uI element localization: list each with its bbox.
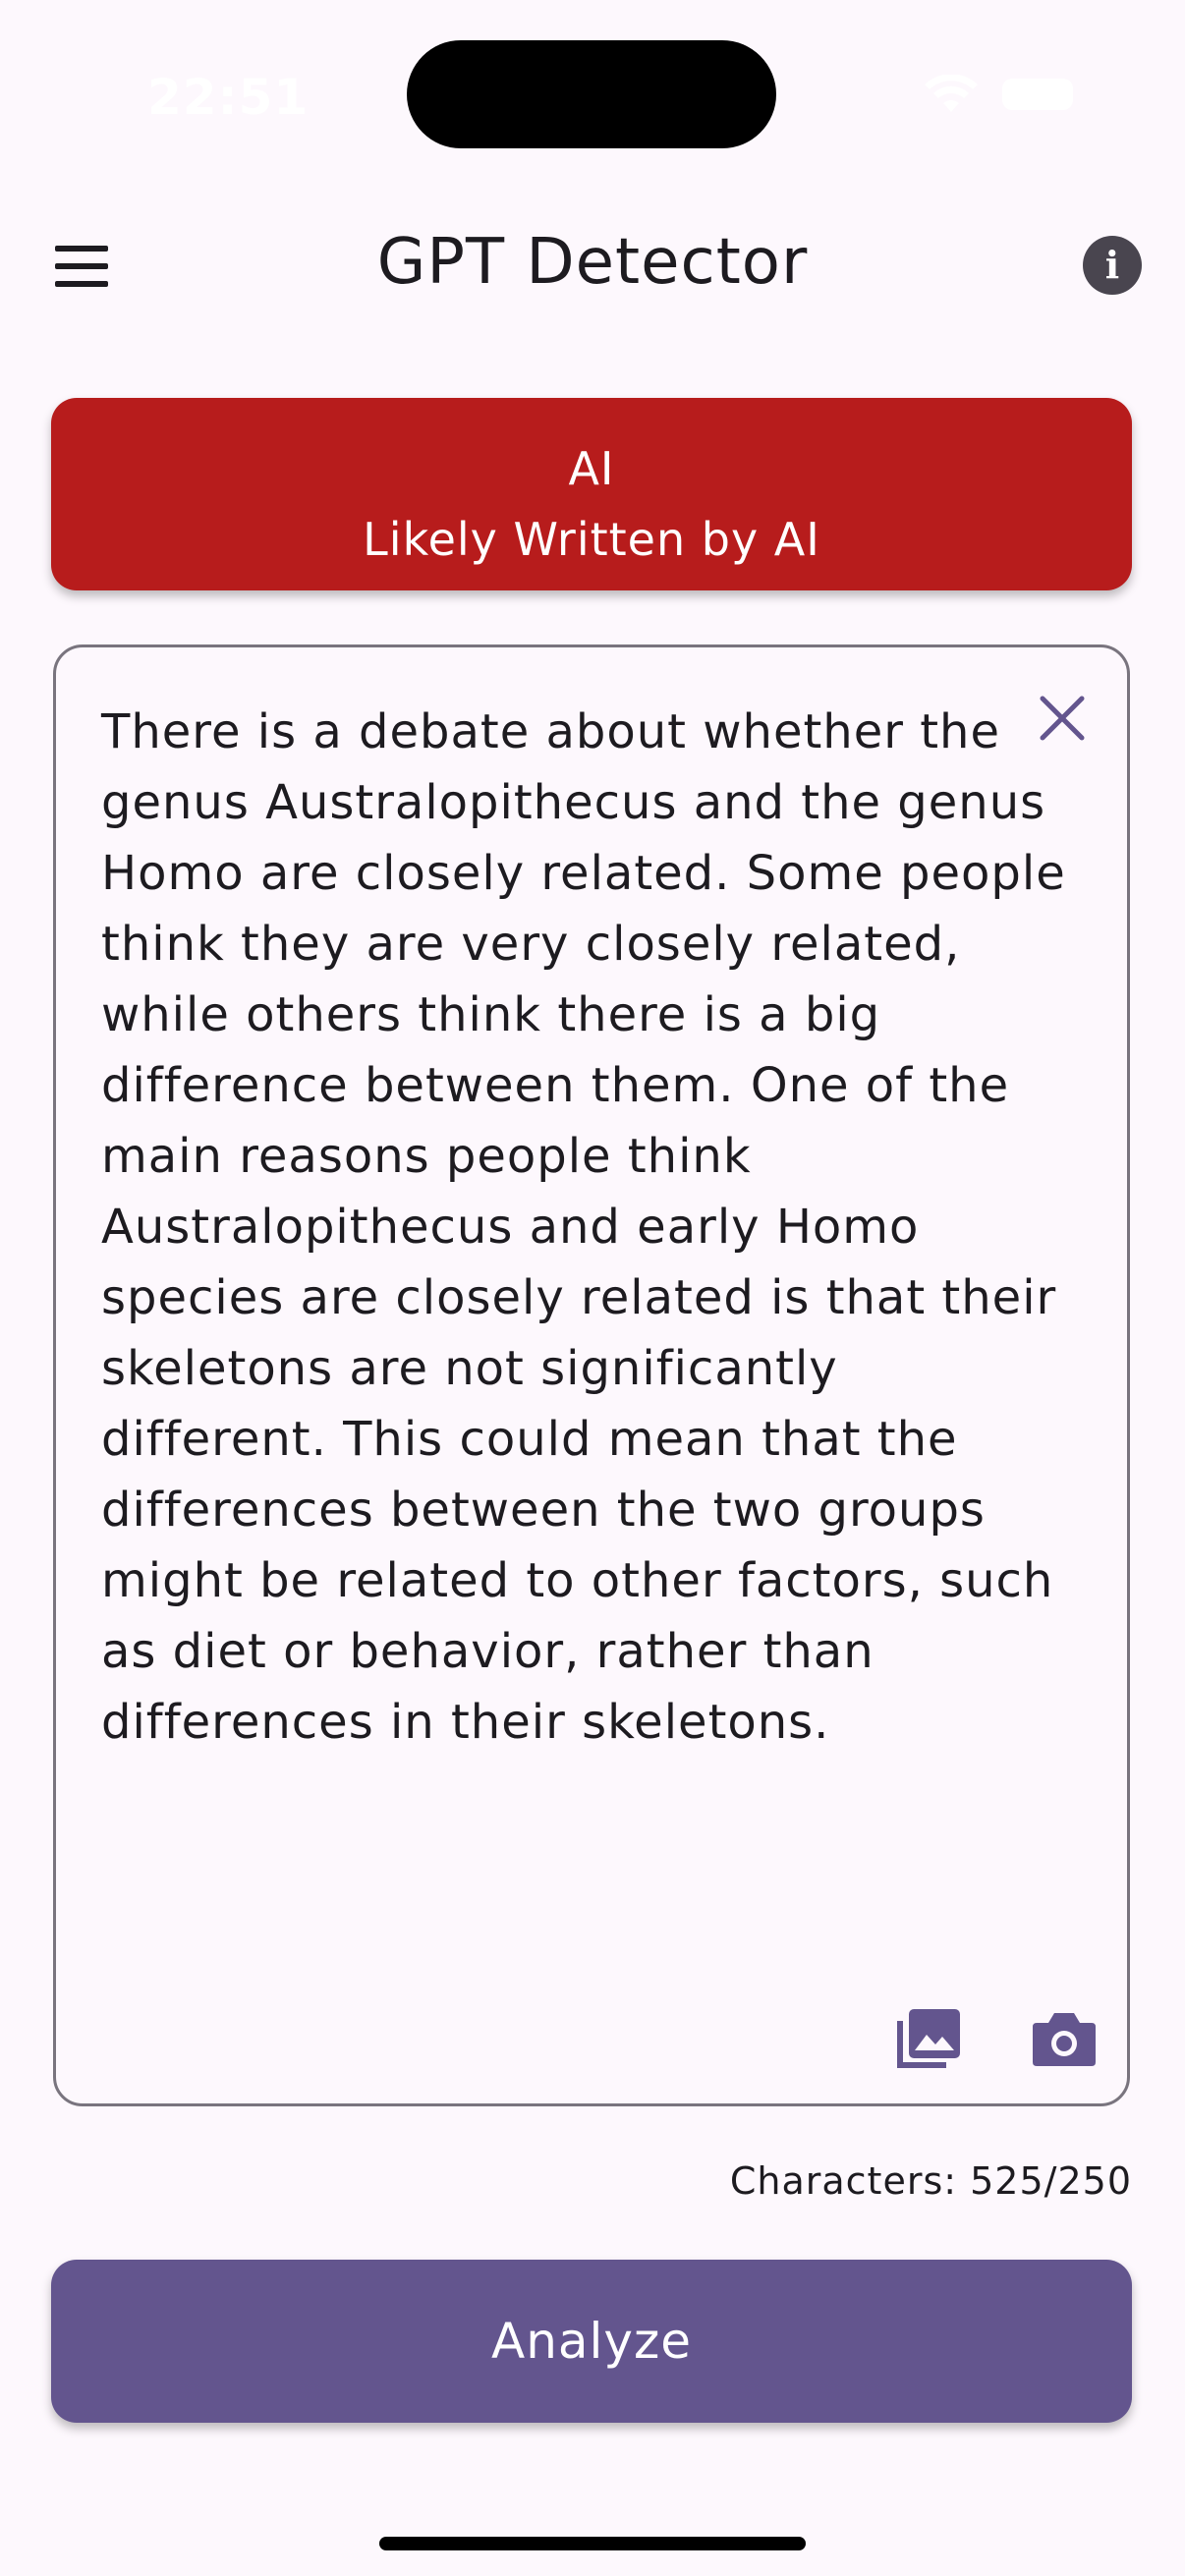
close-icon[interactable] (1035, 691, 1090, 746)
result-verdict: Likely Written by AI (363, 513, 820, 566)
result-banner: AI Likely Written by AI (51, 398, 1132, 590)
info-icon[interactable]: i (1083, 236, 1142, 295)
text-input-card[interactable]: There is a debate about whether the genu… (53, 644, 1130, 2106)
photo-library-icon[interactable] (893, 2003, 964, 2074)
text-input[interactable]: There is a debate about whether the genu… (101, 697, 1074, 1758)
dynamic-island (407, 40, 776, 148)
battery-icon (1002, 79, 1073, 110)
home-indicator[interactable] (379, 2537, 806, 2550)
character-count: Characters: 525/250 (729, 2159, 1132, 2203)
wifi-icon (925, 75, 978, 112)
page-title: GPT Detector (376, 226, 809, 299)
result-label: AI (568, 442, 615, 495)
status-bar: 22:51 (0, 0, 1185, 187)
analyze-button[interactable]: Analyze (51, 2260, 1132, 2423)
camera-icon[interactable] (1029, 2003, 1100, 2074)
status-time: 22:51 (147, 69, 310, 126)
app-bar: GPT Detector i (0, 196, 1185, 334)
